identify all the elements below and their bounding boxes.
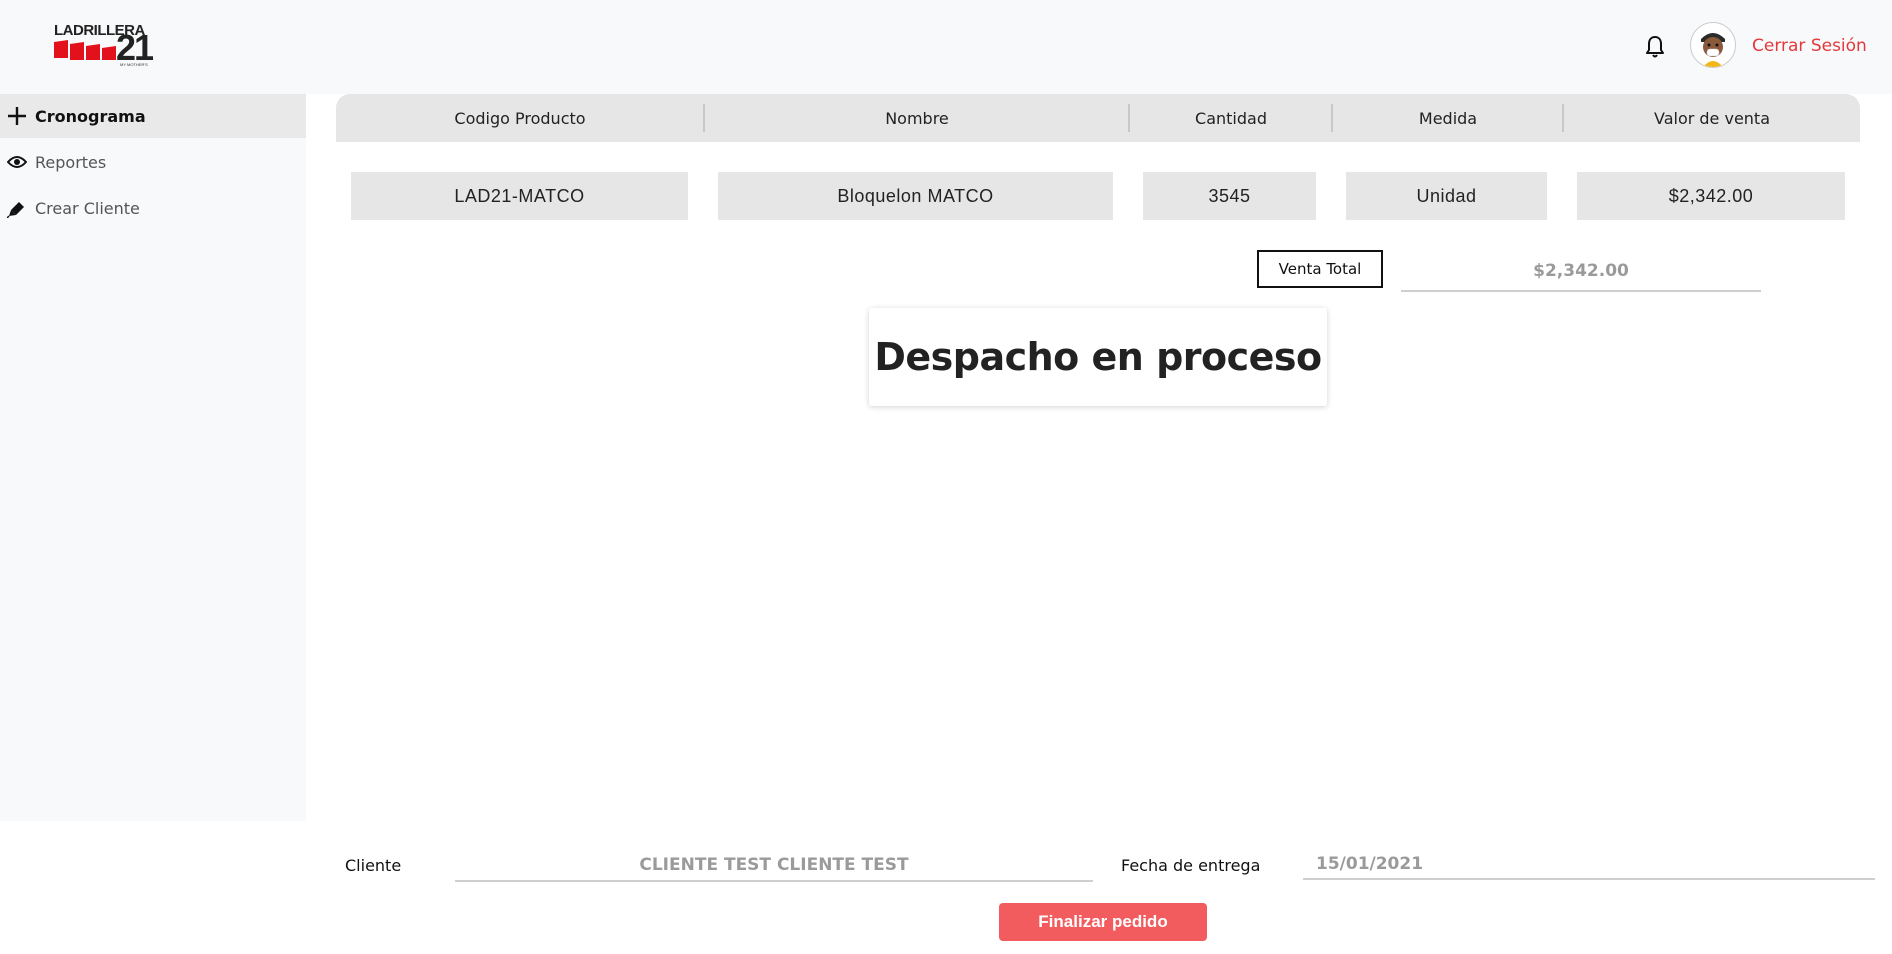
- fecha-entrega-label: Fecha de entrega: [1121, 856, 1261, 875]
- sidebar-item-label: Crear Cliente: [35, 198, 140, 218]
- sidebar-item-crear-cliente[interactable]: Crear Cliente: [0, 186, 306, 230]
- sidebar-item-label: Reportes: [35, 152, 107, 172]
- cell-valor: $2,342.00: [1577, 172, 1845, 220]
- logo-number: 21: [116, 27, 154, 68]
- cell-nombre: Bloquelon MATCO: [718, 172, 1113, 220]
- eye-icon: [6, 151, 28, 173]
- avatar-face-icon: [1691, 23, 1735, 67]
- cell-codigo: LAD21-MATCO: [351, 172, 688, 220]
- bell-icon[interactable]: [1645, 35, 1665, 59]
- plus-icon: [6, 105, 28, 127]
- cell-medida: Unidad: [1346, 172, 1547, 220]
- finalizar-pedido-button[interactable]: Finalizar pedido: [999, 903, 1207, 941]
- top-bar: LADRILLERA 21 MY MOTHER'S Cerrar Sesión: [0, 0, 1892, 94]
- column-header-medida: Medida: [1418, 108, 1478, 128]
- cliente-label: Cliente: [345, 856, 402, 875]
- logout-button[interactable]: Cerrar Sesión: [1752, 36, 1867, 56]
- logo-tagline: MY MOTHER'S: [120, 62, 148, 67]
- pencil-icon: [6, 197, 28, 219]
- total-label: Venta Total: [1257, 250, 1383, 288]
- sidebar: Cronograma Reportes Crear Cliente: [0, 94, 306, 821]
- brand-logo[interactable]: LADRILLERA 21 MY MOTHER'S: [54, 20, 154, 68]
- total-value: $2,342.00: [1401, 252, 1761, 292]
- column-header-valor: Valor de venta: [1653, 108, 1771, 128]
- user-avatar[interactable]: [1690, 22, 1736, 68]
- sidebar-item-reportes[interactable]: Reportes: [0, 140, 306, 184]
- column-header-cantidad: Cantidad: [1195, 108, 1267, 128]
- cliente-field[interactable]: [455, 850, 1093, 882]
- sidebar-item-cronograma[interactable]: Cronograma: [0, 94, 306, 138]
- cell-cantidad: 3545: [1143, 172, 1316, 220]
- logo-stripes-icon: [54, 40, 116, 60]
- status-card: Despacho en proceso: [869, 308, 1327, 406]
- products-table-header: Codigo Producto Nombre Cantidad Medida V…: [336, 94, 1860, 142]
- column-header-nombre: Nombre: [885, 108, 949, 128]
- sidebar-item-label: Cronograma: [35, 106, 146, 126]
- fecha-entrega-field[interactable]: [1303, 850, 1875, 880]
- column-header-codigo: Codigo Producto: [454, 108, 586, 128]
